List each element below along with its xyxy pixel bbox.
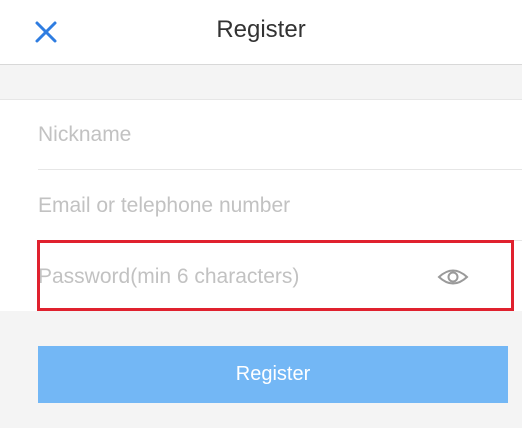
- contact-row: [38, 171, 522, 241]
- register-form: [0, 99, 522, 312]
- section-gap: [0, 66, 522, 99]
- nickname-row: [38, 100, 522, 170]
- nickname-input[interactable]: [38, 100, 522, 169]
- page-title: Register: [216, 16, 306, 43]
- nav-bar: Register: [0, 0, 522, 65]
- password-input[interactable]: [38, 242, 418, 312]
- eye-icon: [437, 269, 469, 285]
- password-visibility-toggle[interactable]: [436, 263, 470, 291]
- register-button[interactable]: Register: [38, 346, 508, 403]
- email-or-phone-input[interactable]: [38, 171, 522, 240]
- password-row: [38, 242, 522, 312]
